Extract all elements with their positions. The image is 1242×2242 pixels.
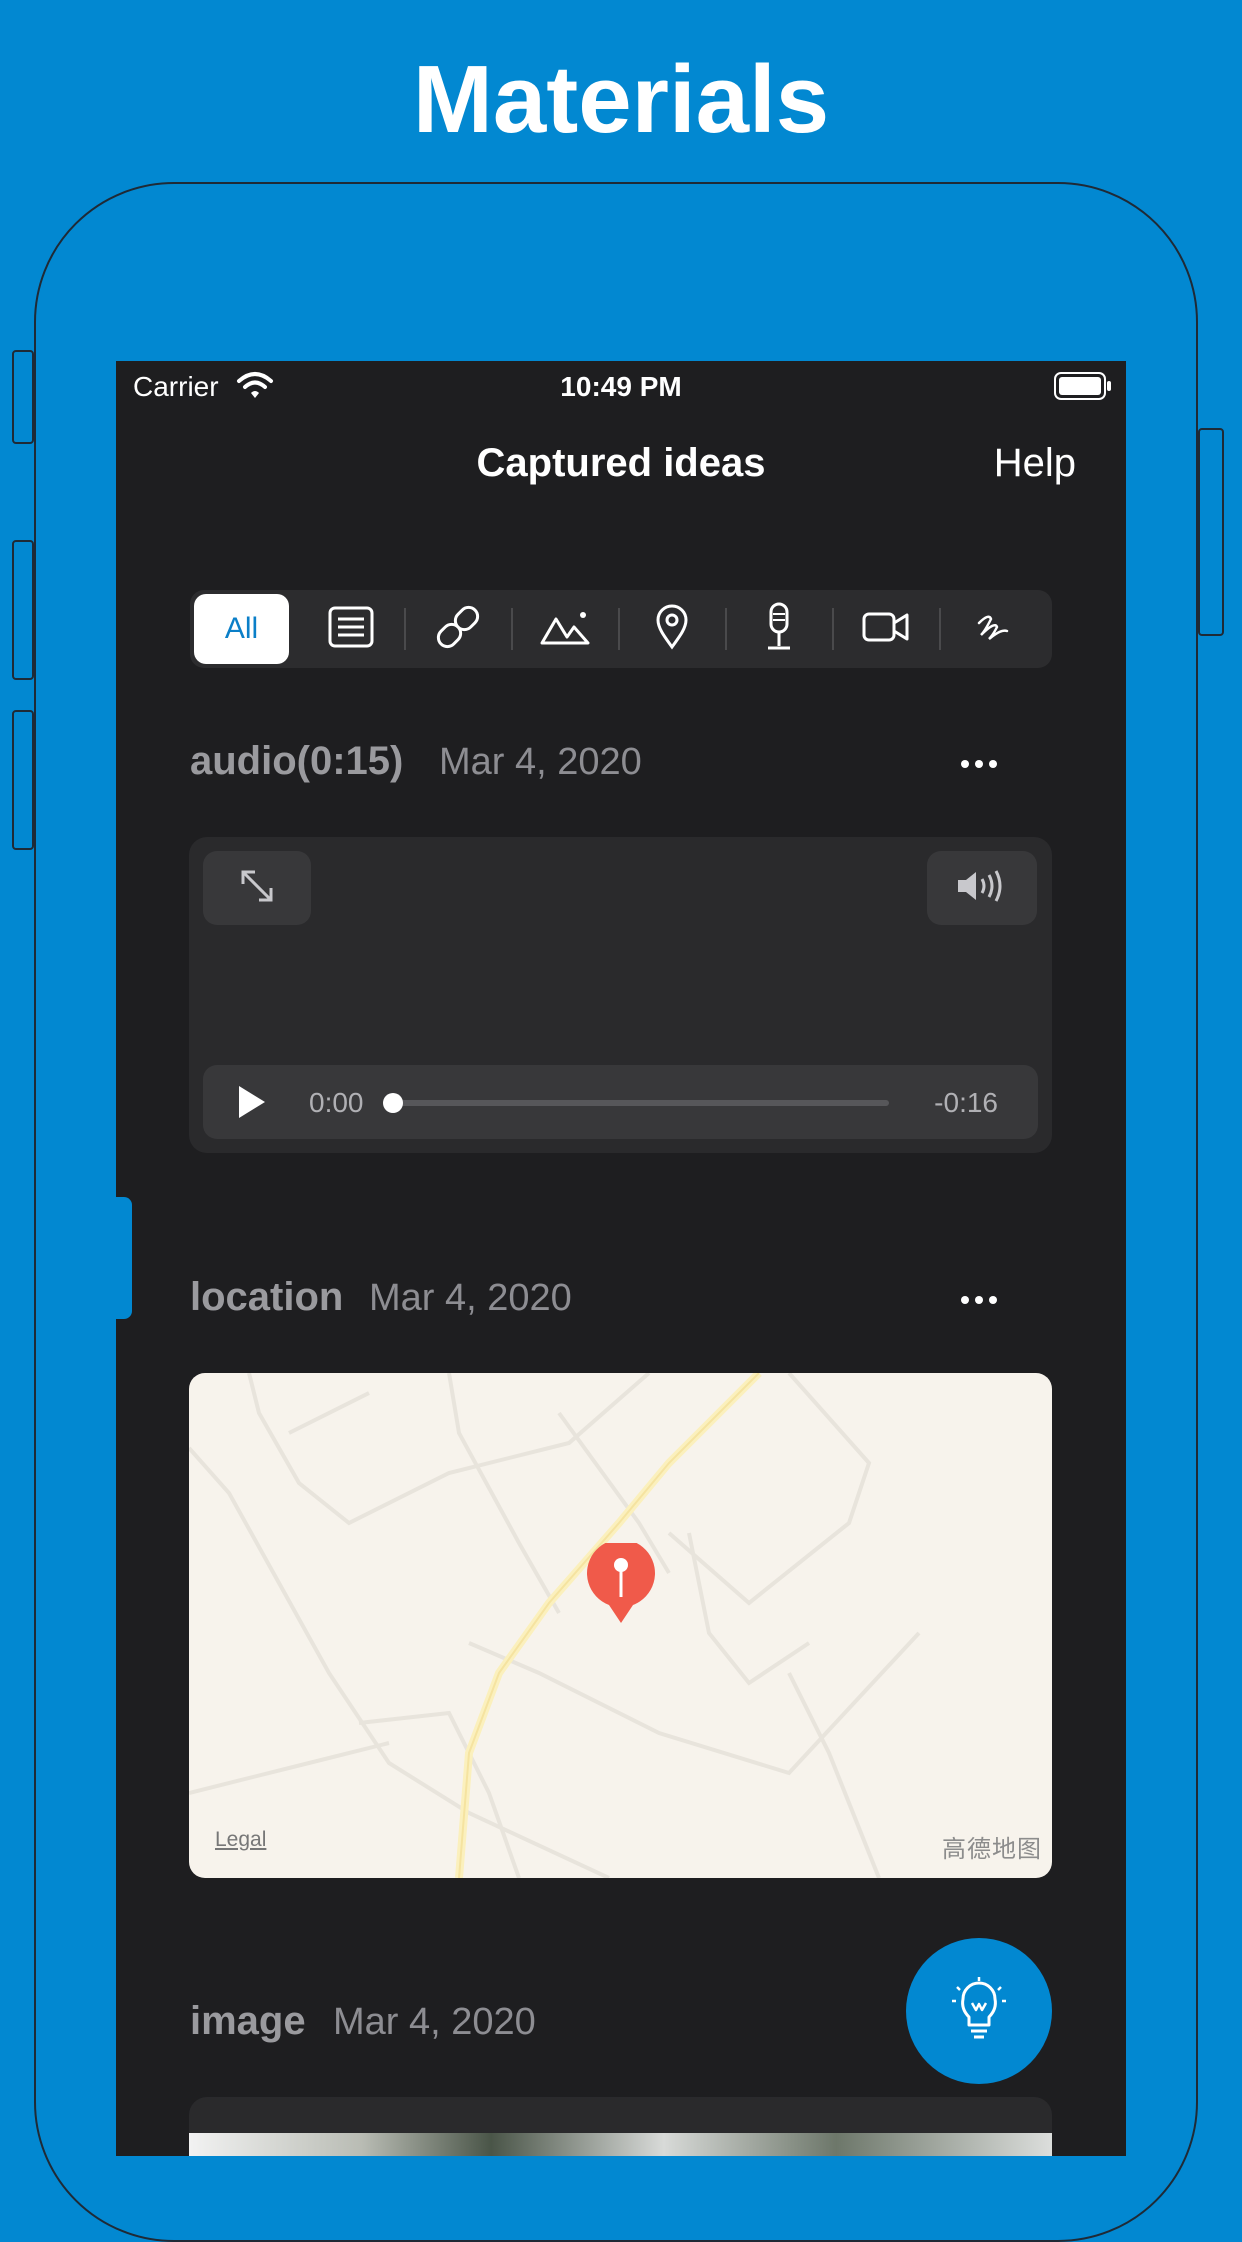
status-bar: Carrier 10:49 PM [116,361,1126,411]
current-time: 0:00 [309,1087,364,1118]
lightbulb-icon [949,1976,1009,2046]
entry-type-label: audio(0:15) [190,739,404,783]
entry-more-button[interactable] [949,744,1009,784]
microphone-icon [762,602,796,657]
entry-type-label: image [190,1999,306,2043]
phone-power-button [1198,428,1224,636]
more-dot [975,1296,983,1304]
entry-more-button[interactable] [949,1280,1009,1320]
filter-audio-tab[interactable] [725,590,832,668]
text-icon [327,605,375,654]
more-dot [961,760,969,768]
help-button[interactable]: Help [994,441,1076,486]
more-dot [975,760,983,768]
battery-icon [1054,372,1112,407]
play-button[interactable] [237,1084,267,1125]
filter-location-tab[interactable] [618,590,725,668]
expand-icon [237,866,277,911]
status-time: 10:49 PM [560,371,682,402]
phone-volume-down [12,710,34,850]
more-dot [989,1296,997,1304]
more-dot [989,760,997,768]
progress-knob[interactable] [383,1093,403,1113]
link-icon [432,601,484,658]
map-attribution: 高德地图 [942,1836,1042,1863]
filter-link-tab[interactable] [404,590,511,668]
entry-date: Mar 4, 2020 [369,1277,572,1319]
filter-all-tab[interactable]: All [194,594,289,664]
side-drawer-handle[interactable] [116,1197,132,1319]
map-pin-icon [585,1539,657,1630]
audio-player-bar: 0:00 -0:16 [203,1065,1038,1139]
progress-track[interactable] [389,1100,889,1106]
entry-date: Mar 4, 2020 [333,2001,536,2043]
filter-video-tab[interactable] [832,590,939,668]
nav-title: Captured ideas [476,441,766,485]
phone-volume-up [12,540,34,680]
expand-button[interactable] [203,851,311,925]
location-icon [655,604,689,655]
map-legal-link[interactable]: Legal [215,1828,266,1852]
filter-image-tab[interactable] [511,590,618,668]
page-headline: Materials [412,46,830,153]
image-card[interactable] [189,2097,1052,2156]
speaker-icon [955,868,1009,909]
more-dot [961,1296,969,1304]
image-thumbnail [189,2133,1052,2156]
filter-sketch-tab[interactable] [939,590,1046,668]
phone-mute-switch [12,350,34,444]
video-icon [862,610,910,649]
entry-type-label: location [190,1275,344,1319]
map-card[interactable]: Legal 高德地图 [189,1373,1052,1878]
sketch-icon [973,609,1013,650]
app-screen: Carrier 10:49 PM Captured ideas Help All [116,361,1126,2156]
audio-card: 0:00 -0:16 [189,837,1052,1153]
image-icon [539,607,591,652]
filter-segmented-control: All [190,590,1052,668]
capture-idea-button[interactable] [906,1938,1052,2084]
volume-button[interactable] [927,851,1037,925]
entry-date: Mar 4, 2020 [439,741,642,783]
remaining-time: -0:16 [934,1087,998,1118]
filter-text-tab[interactable] [297,590,404,668]
